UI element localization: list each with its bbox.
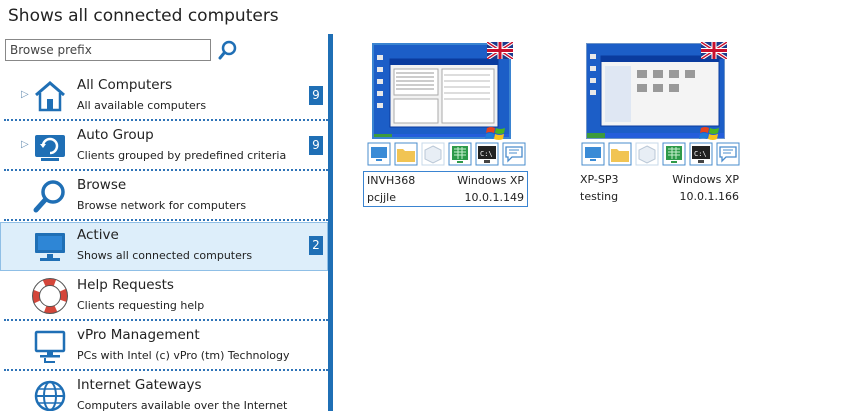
sidebar-item-description: All available computers (77, 99, 207, 112)
svg-text:C:\: C:\ (694, 150, 707, 158)
command-prompt-icon[interactable]: C:\ (689, 142, 713, 166)
separator (4, 119, 328, 121)
folder-icon[interactable] (394, 142, 418, 166)
separator (4, 319, 328, 321)
sidebar-item-label: Auto Group (77, 127, 154, 143)
computer-os: Windows XP (672, 173, 739, 186)
task-manager-icon[interactable] (662, 142, 686, 166)
computer-info: INVH368 Windows XP pcjjle 10.0.1.149 (363, 171, 528, 207)
magnifier-icon (33, 180, 65, 213)
sidebar-item-description: Clients requesting help (77, 299, 205, 312)
computer-name: INVH368 (367, 174, 416, 187)
house-icon (35, 81, 65, 112)
sidebar: ▷ All Computers All available computers … (0, 34, 328, 411)
sidebar-item-label: vPro Management (77, 327, 200, 343)
remote-view-icon[interactable] (367, 142, 391, 166)
sidebar-item-description: Computers available over the Internet (77, 399, 288, 411)
sidebar-item-vpro-management[interactable]: vPro Management PCs with Intel (c) vPro … (0, 322, 328, 371)
sidebar-item-description: Shows all connected computers (77, 249, 253, 262)
sidebar-item-auto-group[interactable]: ▷ Auto Group Clients grouped by predefin… (0, 122, 328, 171)
chat-icon[interactable] (502, 142, 526, 166)
svg-text:C:\: C:\ (480, 150, 493, 158)
computer-ip: 10.0.1.166 (679, 190, 739, 203)
windows-logo-icon (485, 127, 505, 140)
sidebar-item-label: All Computers (77, 77, 173, 93)
folder-icon[interactable] (608, 142, 632, 166)
computer-info: XP-SP3 Windows XP testing 10.0.1.166 (577, 171, 742, 207)
vpro-monitor-icon (34, 330, 66, 363)
separator (4, 219, 328, 221)
sidebar-item-description: Browse network for computers (77, 199, 247, 212)
chat-icon[interactable] (716, 142, 740, 166)
computer-os: Windows XP (457, 174, 524, 187)
sidebar-item-help-requests[interactable]: Help Requests Clients requesting help (0, 272, 328, 321)
lifebuoy-icon (32, 278, 68, 314)
computer-grid: C:\ INVH368 Windows XP pcjjle 10.0.1.149 (333, 34, 849, 411)
sidebar-item-active[interactable]: Active Shows all connected computers 2 (0, 222, 328, 271)
sidebar-item-description: PCs with Intel (c) vPro (tm) Technology (77, 349, 290, 362)
package-icon[interactable] (635, 142, 659, 166)
computer-tile[interactable]: C:\ XP-SP3 Windows XP testing 10.0.1.166 (577, 38, 742, 208)
computer-ip: 10.0.1.149 (464, 191, 524, 204)
sidebar-item-label: Internet Gateways (77, 377, 202, 393)
expand-arrow-icon[interactable]: ▷ (21, 139, 29, 150)
sidebar-item-browse[interactable]: Browse Browse network for computers (0, 172, 328, 221)
count-badge: 2 (309, 236, 323, 255)
computer-name: XP-SP3 (580, 173, 619, 186)
uk-flag-icon (701, 42, 727, 59)
monitor-icon (35, 233, 65, 261)
sidebar-item-all-computers[interactable]: ▷ All Computers All available computers … (0, 72, 328, 121)
expand-arrow-icon[interactable]: ▷ (21, 89, 29, 100)
separator (4, 169, 328, 171)
separator (4, 369, 328, 371)
computer-user: testing (580, 190, 619, 203)
remote-view-icon[interactable] (581, 142, 605, 166)
count-badge: 9 (309, 86, 323, 105)
sidebar-item-label: Browse (77, 177, 127, 193)
sidebar-item-label: Active (77, 227, 119, 243)
count-badge: 9 (309, 136, 323, 155)
task-manager-icon[interactable] (448, 142, 472, 166)
sidebar-item-description: Clients grouped by predefined criteria (77, 149, 287, 162)
sidebar-item-label: Help Requests (77, 277, 174, 293)
page-title: Shows all connected computers (8, 6, 279, 26)
sidebar-item-internet-gateways[interactable]: Internet Gateways Computers available ov… (0, 372, 328, 411)
windows-logo-icon (699, 127, 719, 140)
refresh-icon (35, 135, 65, 161)
uk-flag-icon (487, 42, 513, 59)
search-icon[interactable] (217, 39, 239, 61)
package-icon[interactable] (421, 142, 445, 166)
command-prompt-icon[interactable]: C:\ (475, 142, 499, 166)
computer-user: pcjjle (367, 191, 396, 204)
globe-icon (34, 380, 66, 411)
search-bar (5, 39, 325, 63)
computer-tile[interactable]: C:\ INVH368 Windows XP pcjjle 10.0.1.149 (363, 38, 528, 208)
search-input[interactable] (5, 39, 211, 61)
